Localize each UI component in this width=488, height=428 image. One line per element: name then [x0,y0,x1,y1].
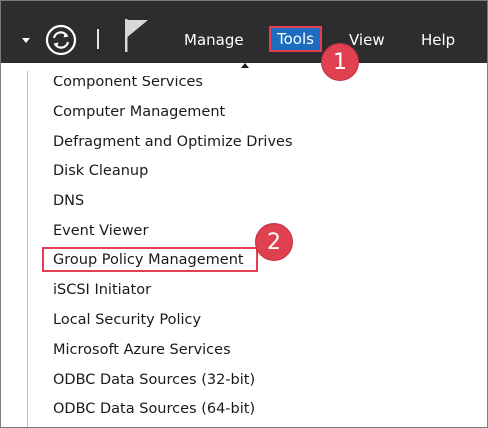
menu-item-odbc-32[interactable]: ODBC Data Sources (32-bit) [53,370,255,390]
menu-item-iscsi-initiator[interactable]: iSCSI Initiator [53,280,151,300]
step-marker-1: 1 [321,43,359,81]
menu-item-disk-cleanup[interactable]: Disk Cleanup [53,161,148,181]
menu-item-local-security-policy[interactable]: Local Security Policy [53,310,201,330]
menu-item-dns[interactable]: DNS [53,191,84,211]
menu-item-odbc-64[interactable]: ODBC Data Sources (64-bit) [53,399,255,419]
step-marker-2: 2 [255,223,293,261]
menu-item-component-services[interactable]: Component Services [53,76,203,92]
menu-item-defragment[interactable]: Defragment and Optimize Drives [53,132,293,152]
screenshot-frame: Manage Tools View Help Component Service… [0,0,488,428]
menu-item-azure-services[interactable]: Microsoft Azure Services [53,340,231,360]
tools-menu-list: Component Services Computer Management D… [1,1,487,427]
menu-item-event-viewer[interactable]: Event Viewer [53,221,148,241]
menu-item-computer-management[interactable]: Computer Management [53,102,225,122]
highlight-box-group-policy [42,247,258,272]
